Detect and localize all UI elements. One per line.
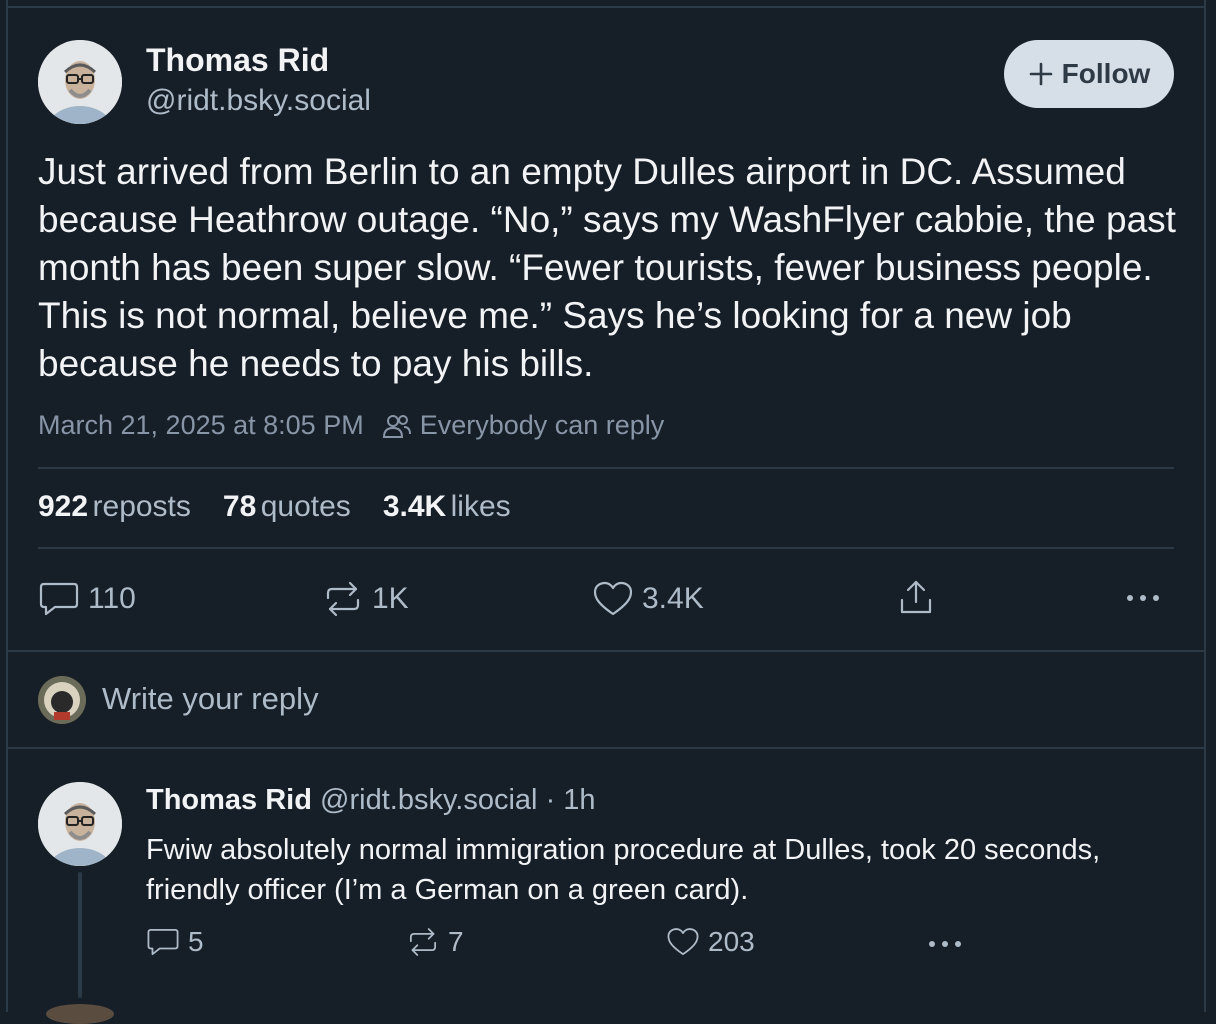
reply-age[interactable]: · 1h: [546, 784, 596, 816]
my-avatar: [38, 676, 86, 724]
reply-reply-count: 5: [188, 926, 204, 957]
likes-stat[interactable]: 3.4K likes: [383, 490, 511, 524]
composer-bottom-divider: [6, 747, 1206, 749]
reply-setting-label: Everybody can reply: [419, 410, 665, 440]
reposts-stat[interactable]: 922 reposts: [38, 490, 191, 524]
repost-arrows-icon: [409, 928, 437, 956]
ellipsis-icon: [929, 941, 961, 947]
heart-icon: [593, 581, 633, 616]
plus-icon: [1029, 62, 1052, 86]
repost-button[interactable]: 1K: [322, 580, 409, 618]
speech-bubble-icon: [39, 582, 79, 616]
reply-author-avatar[interactable]: [38, 782, 122, 866]
reply-button[interactable]: 110: [38, 580, 136, 618]
author-handle[interactable]: @ridt.bsky.social: [146, 84, 371, 118]
post-meta: March 21, 2025 at 8:05 PM Everybody can …: [38, 410, 664, 441]
share-button[interactable]: [896, 578, 936, 618]
top-divider: [6, 6, 1206, 8]
ellipsis-icon: [1127, 595, 1159, 601]
post-stats: 922 reposts 78 quotes 3.4K likes: [38, 490, 511, 524]
reply-author-handle[interactable]: @ridt.bsky.social: [320, 784, 537, 816]
reply-author-name[interactable]: Thomas Rid: [146, 784, 312, 816]
heart-icon: [667, 928, 699, 956]
reply-like-count: 203: [708, 926, 755, 957]
follow-label: Follow: [1061, 58, 1151, 89]
composer-top-divider: [6, 650, 1206, 652]
follow-button[interactable]: Follow: [1004, 40, 1174, 108]
share-icon: [900, 580, 932, 614]
reply-count: 110: [88, 582, 136, 615]
reply-more-button[interactable]: [926, 932, 966, 956]
post-text: Just arrived from Berlin to an empty Dul…: [38, 151, 1176, 384]
reply-setting[interactable]: Everybody can reply: [382, 410, 665, 441]
thread-line: [78, 872, 82, 998]
more-button[interactable]: [1124, 586, 1164, 610]
stats-bottom-divider: [38, 547, 1174, 549]
people-icon: [382, 414, 411, 438]
post-timestamp[interactable]: March 21, 2025 at 8:05 PM: [38, 410, 364, 441]
speech-bubble-icon: [147, 928, 179, 956]
author-name[interactable]: Thomas Rid: [146, 42, 329, 79]
like-count: 3.4K: [642, 582, 704, 615]
reply-repost-button[interactable]: 7: [406, 926, 464, 958]
reply-reply-button[interactable]: 5: [146, 926, 204, 958]
reply-composer-input[interactable]: Write your reply: [102, 681, 319, 717]
repost-count: 1K: [372, 582, 409, 615]
reply-like-button[interactable]: 203: [666, 926, 755, 958]
next-reply-avatar: [46, 1004, 114, 1024]
reply-header: Thomas Rid @ridt.bsky.social · 1h: [146, 784, 596, 817]
like-button[interactable]: 3.4K: [592, 580, 704, 618]
quotes-stat[interactable]: 78 quotes: [223, 490, 351, 524]
repost-arrows-icon: [326, 581, 360, 617]
reply-repost-count: 7: [448, 926, 464, 957]
reply-text: Fwiw absolutely normal immigration proce…: [146, 834, 1101, 906]
author-avatar[interactable]: [38, 40, 122, 124]
stats-top-divider: [38, 467, 1174, 469]
